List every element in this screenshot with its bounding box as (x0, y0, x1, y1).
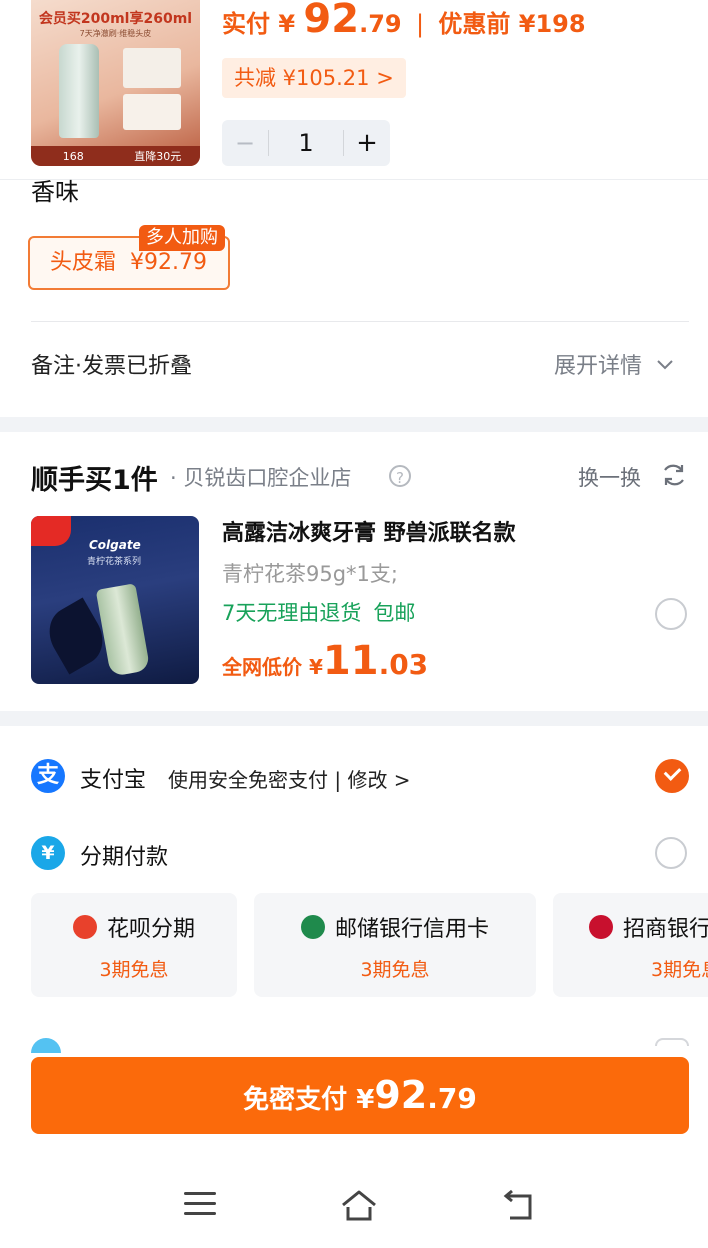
installment-card-title: 招商银行 (589, 911, 708, 943)
section-gap (0, 417, 708, 432)
addon-title: 顺手买1件 (31, 465, 158, 496)
price-separator: | (415, 10, 425, 38)
home-icon[interactable] (339, 1188, 379, 1222)
alipay-icon: 支 (31, 759, 65, 793)
paid-label: 实付 (222, 10, 270, 38)
menu-icon[interactable] (184, 1192, 216, 1216)
discount-detail-tag[interactable]: 共减 ¥105.21 > (222, 58, 406, 98)
huabei-icon (72, 915, 97, 939)
pay-amount-integer: 92 (374, 1073, 428, 1117)
paid-price: 实付 ¥ 92.79 | 优惠前 ¥198 (222, 0, 586, 42)
return-policy-tag: 7天无理由退货 (222, 601, 362, 625)
cmb-bank-icon (589, 915, 613, 939)
pay-button[interactable]: 免密支付 ¥92.79 (31, 1057, 689, 1134)
flavor-label: 香味 (31, 178, 79, 206)
installment-card-subtitle: 3期免息 (360, 959, 430, 981)
product-box-graphic (123, 48, 181, 88)
product-bottle-graphic (59, 44, 99, 138)
addon-product-spec: 青柠花茶95g*1支; (222, 562, 398, 586)
section-gap (0, 711, 708, 726)
payment-option-icon (31, 1038, 61, 1053)
currency-symbol: ¥ (356, 1085, 375, 1115)
installment-card-title-text: 花呗分期 (106, 917, 195, 942)
addon-product-name[interactable]: 高露洁冰爽牙膏 野兽派联名款 (222, 515, 516, 547)
quantity-minus-button[interactable]: − (222, 129, 268, 157)
product-image-subtitle: 7天净澈刷·维稳头皮 (79, 29, 152, 38)
addon-price: 全网低价 ¥11.03 (222, 638, 428, 684)
product-image-strip: 168 直降30元 (31, 146, 200, 166)
popular-badge: 多人加购 (139, 225, 225, 251)
toothpaste-tube-graphic (95, 583, 151, 677)
currency-symbol: ¥ (278, 10, 296, 38)
flavor-option-price: ¥92.79 (130, 250, 207, 275)
alipay-modify-link[interactable]: 使用安全免密支付 | 修改 > (168, 764, 411, 793)
pay-amount-decimal: .79 (427, 1082, 477, 1115)
addon-price-decimal: .03 (378, 648, 429, 681)
installment-radio[interactable] (655, 837, 687, 869)
addon-select-radio[interactable] (655, 598, 687, 630)
flavor-option-name: 头皮霜 (50, 250, 117, 275)
addon-service-tags: 7天无理由退货 包邮 (222, 597, 415, 627)
product-image-strip-price: 168 (62, 149, 84, 163)
installment-icon: ¥ (31, 836, 65, 870)
currency-symbol: ¥ (308, 655, 323, 679)
quantity-plus-button[interactable]: + (344, 128, 390, 158)
product-image-banner: 会员买200ml享260ml (38, 11, 193, 27)
payment-option-radio[interactable] (655, 1038, 689, 1046)
swap-button[interactable]: 换一换 (578, 462, 641, 492)
addon-shop-name[interactable]: · 贝锐齿口腔企业店 (170, 462, 351, 492)
before-discount-price: ¥198 (518, 10, 586, 38)
installment-card-title: 邮储银行信用卡 (254, 911, 536, 943)
addon-image-brand: Colgate (89, 538, 141, 552)
installment-card-title: 花呗分期 (31, 911, 237, 943)
installment-label[interactable]: 分期付款 (80, 839, 168, 871)
help-icon[interactable]: ? (389, 465, 411, 487)
back-icon[interactable] (500, 1188, 538, 1222)
installment-card-cmb[interactable]: 招商银行 3期免息 (553, 893, 708, 997)
pay-button-label: 免密支付 (243, 1085, 348, 1115)
addon-image-series: 青柠花茶系列 (87, 557, 142, 567)
installment-card-psbc[interactable]: 邮储银行信用卡 3期免息 (254, 893, 536, 997)
paid-price-integer: 92 (303, 0, 360, 42)
expand-details-link[interactable]: 展开详情 (554, 348, 675, 380)
divider (0, 179, 708, 180)
installment-card-subtitle: 3期免息 (99, 959, 169, 981)
free-shipping-tag: 包邮 (373, 601, 416, 625)
installment-card-title-text: 招商银行 (623, 917, 708, 942)
installment-card-title-text: 邮储银行信用卡 (334, 917, 489, 942)
chevron-down-icon (657, 360, 673, 370)
remark-invoice-label[interactable]: 备注·发票已折叠 (31, 348, 192, 380)
product-image-strip-offer: 直降30元 (134, 150, 182, 163)
installment-card-huabei[interactable]: 花呗分期 3期免息 (31, 893, 237, 997)
brand-logo-graphic (31, 516, 71, 546)
divider (31, 321, 689, 322)
paid-price-decimal: .79 (359, 10, 402, 38)
addon-price-label: 全网低价 (222, 655, 302, 679)
quantity-value[interactable]: 1 (268, 130, 344, 156)
addon-price-integer: 11 (322, 638, 379, 684)
product-box-graphic (123, 94, 181, 130)
refresh-icon[interactable] (660, 461, 688, 489)
alipay-selected-check-icon[interactable] (655, 759, 689, 793)
alipay-label[interactable]: 支付宝 (80, 762, 146, 794)
psbc-bank-icon (300, 915, 325, 939)
installment-card-subtitle: 3期免息 (651, 959, 708, 981)
before-discount-label: 优惠前 (438, 10, 511, 38)
expand-details-label: 展开详情 (554, 354, 643, 379)
addon-product-image[interactable]: Colgate 青柠花茶系列 (31, 516, 199, 684)
product-image[interactable]: 会员买200ml享260ml 7天净澈刷·维稳头皮 168 直降30元 (31, 0, 200, 166)
quantity-stepper: − 1 + (222, 120, 390, 166)
